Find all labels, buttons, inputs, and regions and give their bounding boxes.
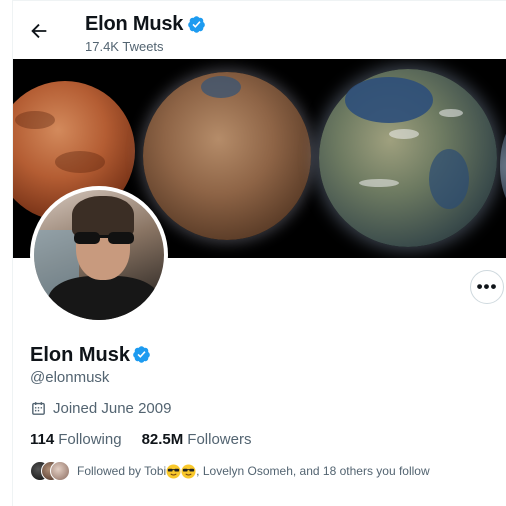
followers-link[interactable]: 82.5M Followers — [142, 431, 252, 448]
followed-by[interactable]: Followed by Tobi , Lovelyn Osomeh, and 1… — [30, 461, 430, 481]
following-count: 114 — [30, 431, 55, 448]
planet-terraformed-image — [319, 69, 497, 247]
followed-by-avatars — [30, 461, 70, 481]
back-arrow-icon[interactable] — [28, 20, 50, 42]
profile-name: Elon Musk — [30, 344, 131, 366]
header-name: Elon Musk — [85, 13, 184, 35]
tweet-count: 17.4K Tweets — [85, 39, 164, 54]
planet-partial-image — [500, 121, 506, 211]
verified-badge-icon — [133, 346, 150, 363]
following-link[interactable]: 114 Following — [30, 431, 122, 448]
followed-by-suffix: , Lovelyn Osomeh, and 18 others you foll… — [196, 464, 430, 478]
more-options-button[interactable]: ••• — [470, 270, 504, 304]
followers-label: Followers — [187, 431, 252, 448]
joined-date: Joined June 2009 — [30, 400, 171, 417]
followers-count: 82.5M — [141, 431, 184, 448]
follow-stats: 114 Following 82.5M Followers — [30, 431, 271, 448]
following-label: Following — [58, 431, 122, 448]
planet-terraforming-image — [143, 72, 311, 240]
mini-avatar — [50, 461, 70, 481]
profile-avatar[interactable] — [30, 186, 168, 324]
verified-badge-icon — [188, 16, 205, 33]
followed-by-prefix: Followed by Tobi — [77, 464, 167, 478]
calendar-icon — [32, 402, 45, 415]
sunglasses-emoji-icon — [166, 463, 181, 479]
profile-handle: @elonmusk — [30, 369, 110, 386]
joined-text: Joined June 2009 — [53, 400, 172, 417]
sunglasses-emoji-icon — [181, 463, 196, 479]
more-icon: ••• — [476, 277, 498, 296]
